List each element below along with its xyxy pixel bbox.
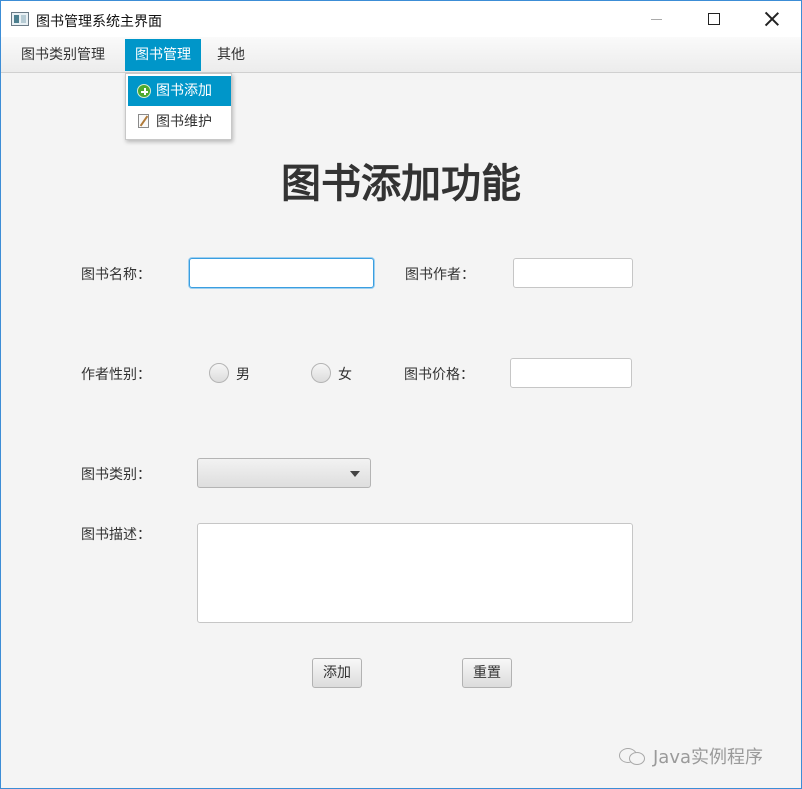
close-icon <box>765 12 779 26</box>
gender-female-label: 女 <box>338 367 352 383</box>
minimize-icon <box>650 18 662 20</box>
close-button[interactable] <box>749 1 795 37</box>
main-window: 图书管理系统主界面 图书类别管理 图书管理 其他 图书添加功能 图书名称： 图书… <box>0 0 802 789</box>
title-bar: 图书管理系统主界面 <box>1 1 801 37</box>
book-name-input[interactable] <box>189 258 374 288</box>
add-circle-icon <box>137 84 151 98</box>
menu-bar: 图书类别管理 图书管理 其他 <box>1 37 801 73</box>
page-title: 图书添加功能 <box>281 161 521 207</box>
gender-label: 作者性别： <box>81 367 151 383</box>
description-label: 图书描述： <box>81 527 151 543</box>
menu-book-management[interactable]: 图书管理 <box>125 39 201 71</box>
author-label: 图书作者： <box>405 267 475 283</box>
maximize-icon <box>708 13 720 25</box>
edit-document-icon <box>138 114 149 128</box>
chevron-down-icon <box>350 471 360 477</box>
reset-button[interactable]: 重置 <box>462 658 512 688</box>
menu-item-book-add[interactable]: 图书添加 <box>128 76 231 106</box>
book-management-dropdown: 图书添加 图书维护 <box>125 73 232 140</box>
menu-item-book-maintain-label: 图书维护 <box>156 114 212 130</box>
menu-other[interactable]: 其他 <box>207 39 255 71</box>
book-name-label: 图书名称： <box>81 267 151 283</box>
minimize-button[interactable] <box>633 1 679 37</box>
description-textarea[interactable] <box>197 523 633 623</box>
gender-female-radio[interactable] <box>311 363 331 383</box>
window-title: 图书管理系统主界面 <box>36 14 162 30</box>
menu-item-book-maintain[interactable]: 图书维护 <box>128 107 231 137</box>
price-label: 图书价格： <box>404 367 474 383</box>
category-select[interactable] <box>197 458 371 488</box>
category-label: 图书类别： <box>81 467 151 483</box>
price-input[interactable] <box>510 358 632 388</box>
maximize-button[interactable] <box>691 1 737 37</box>
gender-male-label: 男 <box>236 367 250 383</box>
add-button[interactable]: 添加 <box>312 658 362 688</box>
author-input[interactable] <box>513 258 633 288</box>
watermark-text: Java实例程序 <box>653 747 764 768</box>
app-window-icon <box>11 12 29 26</box>
menu-item-book-add-label: 图书添加 <box>156 83 212 99</box>
wechat-icon <box>619 746 647 766</box>
watermark: Java实例程序 <box>619 742 763 770</box>
gender-male-radio[interactable] <box>209 363 229 383</box>
menu-book-category-management[interactable]: 图书类别管理 <box>11 39 115 71</box>
